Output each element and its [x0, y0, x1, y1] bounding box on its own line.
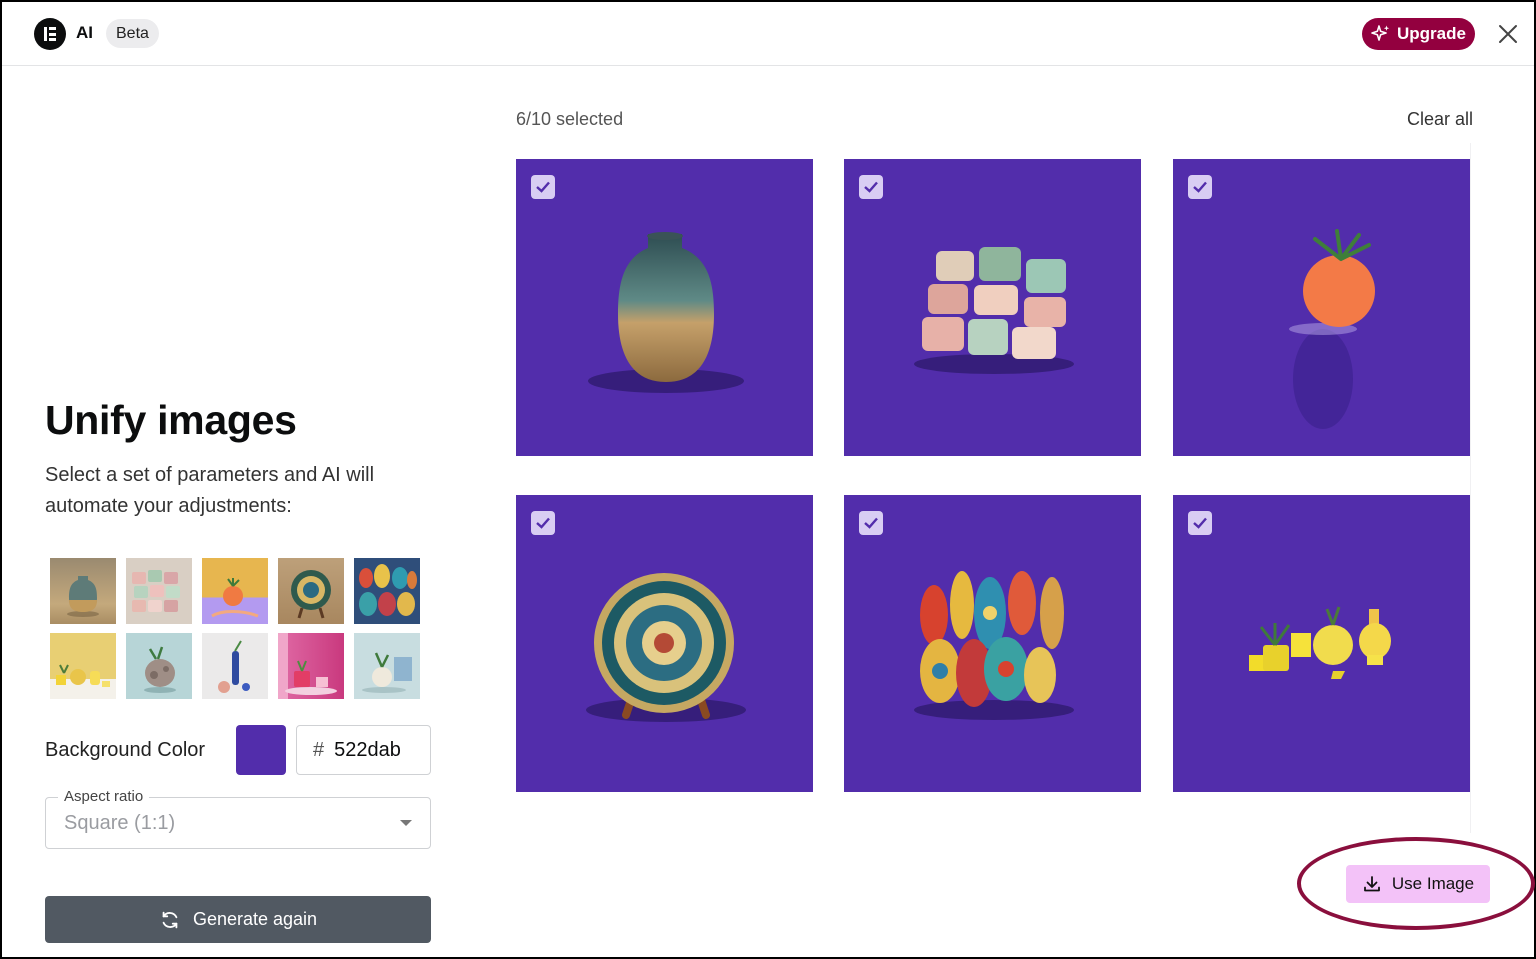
aspect-ratio-label: Aspect ratio: [58, 788, 150, 805]
preset-thumb-vase-blocks[interactable]: [354, 633, 420, 699]
hex-prefix: #: [313, 738, 325, 761]
preset-thumb-mosaic-plate[interactable]: [278, 558, 344, 624]
check-icon: [536, 181, 550, 193]
aspect-ratio-value: Square (1:1): [64, 812, 176, 834]
check-icon: [864, 181, 878, 193]
refresh-icon: [162, 911, 178, 928]
check-icon: [1193, 181, 1207, 193]
hex-value: 522dab: [334, 738, 401, 761]
preset-thumb-pink-pots[interactable]: [278, 633, 344, 699]
check-icon: [864, 517, 878, 529]
chevron-down-icon: [400, 820, 412, 826]
checkbox[interactable]: [531, 175, 555, 199]
checkbox[interactable]: [1188, 175, 1212, 199]
image-tile-yellow-pots[interactable]: [1173, 495, 1470, 792]
image-tile-plate[interactable]: [516, 495, 813, 792]
preset-thumb-stone-vase[interactable]: [126, 633, 192, 699]
color-swatch[interactable]: [236, 725, 286, 775]
close-icon[interactable]: [1496, 22, 1520, 46]
generate-again-label: Generate again: [192, 909, 318, 929]
selected-count: 6/10 selected: [516, 109, 624, 129]
upgrade-button[interactable]: Upgrade: [1362, 18, 1475, 50]
preset-thumb-orange-planter[interactable]: [202, 558, 268, 624]
orange-planter-image: [1289, 229, 1375, 429]
description-text: Select a set of parameters and AI will a…: [45, 464, 375, 517]
preset-thumb-blue-vase[interactable]: [202, 633, 268, 699]
sparkle-icon: [1371, 25, 1390, 41]
preset-thumb-pastel-pots[interactable]: [126, 558, 192, 624]
image-tile-cups[interactable]: [844, 159, 1141, 456]
preset-thumb-yellow-pots[interactable]: [50, 633, 116, 699]
generate-again-button[interactable]: Generate again: [45, 896, 431, 943]
preset-thumb-vase-on-sand[interactable]: [50, 558, 116, 624]
plate-image: [586, 573, 746, 722]
scrollbar[interactable]: [1470, 143, 1490, 833]
background-color-label: Background Color: [45, 739, 206, 761]
yellow-pots-image: [1249, 606, 1391, 679]
preset-thumb-painted-vases[interactable]: [354, 558, 420, 624]
beta-badge: Beta: [106, 19, 159, 48]
image-tile-orange-planter[interactable]: [1173, 159, 1470, 456]
page-title: Unify images: [45, 397, 297, 443]
elementor-logo-icon: [34, 18, 66, 50]
checkbox[interactable]: [859, 511, 883, 535]
preset-thumbnails: [50, 558, 420, 699]
aspect-ratio-select[interactable]: Aspect ratio Square (1:1): [45, 788, 431, 849]
checkbox[interactable]: [1188, 511, 1212, 535]
upgrade-label: Upgrade: [1397, 24, 1466, 43]
cups-image: [914, 247, 1074, 374]
vase-image: [588, 232, 744, 393]
clear-all-link[interactable]: Clear all: [1407, 109, 1473, 130]
app-window: AI Beta Upgrade Unify images Select a se…: [0, 0, 1536, 959]
checkbox[interactable]: [531, 511, 555, 535]
header: AI Beta Upgrade: [2, 2, 1534, 66]
check-icon: [1193, 517, 1207, 529]
highlight-ring: [1297, 837, 1535, 930]
checkbox[interactable]: [859, 175, 883, 199]
check-icon: [536, 517, 550, 529]
brand-label: AI: [76, 23, 93, 42]
image-tile-painted-vases[interactable]: [844, 495, 1141, 792]
painted-vases-image: [914, 571, 1074, 720]
hex-color-input[interactable]: # 522dab: [296, 725, 431, 775]
image-tile-vase[interactable]: [516, 159, 813, 456]
